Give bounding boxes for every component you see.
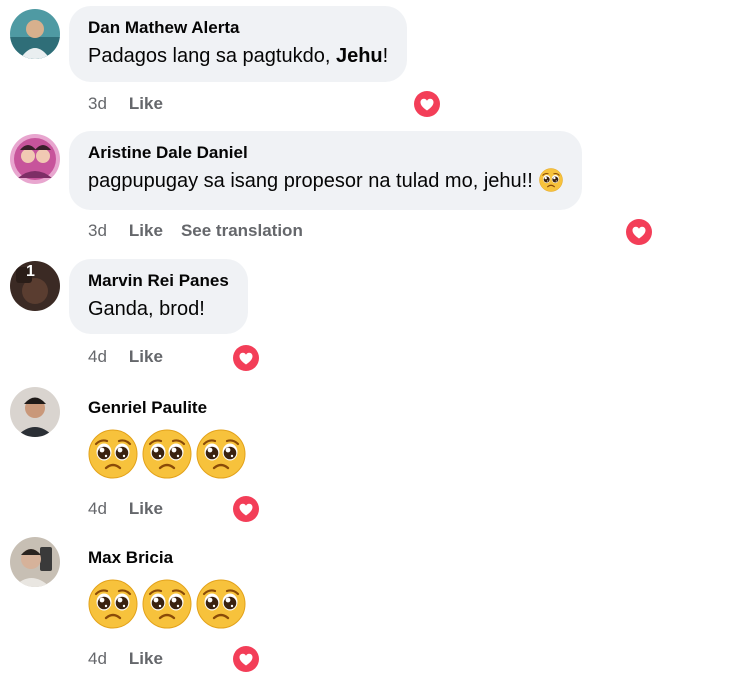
avatar[interactable] [10, 387, 60, 437]
pleading-face-emoji [196, 429, 246, 479]
comment-actions: 3d Like See translation [88, 221, 321, 241]
author-name[interactable]: Genriel Paulite [88, 397, 246, 419]
avatar-badge: 1 [26, 263, 35, 280]
pleading-face-emoji [142, 429, 192, 479]
comment-text: pagpupugay sa isang propesor na tulad mo… [88, 166, 563, 196]
timestamp[interactable]: 4d [88, 499, 107, 519]
like-button[interactable]: Like [129, 499, 163, 519]
author-name[interactable]: Dan Mathew Alerta [88, 17, 388, 39]
like-button[interactable]: Like [129, 347, 163, 367]
pleading-face-emoji [88, 579, 138, 629]
comment-actions: 4d Like [88, 649, 181, 669]
pleading-face-emoji [196, 579, 246, 629]
love-heart-icon[interactable] [231, 494, 261, 524]
mention[interactable]: Jehu [336, 45, 383, 67]
emoji-reply [88, 429, 246, 479]
author-name[interactable]: Marvin Rei Panes [88, 270, 229, 292]
pleading-face-emoji [539, 168, 563, 192]
timestamp[interactable]: 4d [88, 347, 107, 367]
pleading-face-emoji [142, 579, 192, 629]
author-name[interactable]: Aristine Dale Daniel [88, 142, 563, 164]
comment-body: Max Bricia [88, 547, 246, 629]
love-heart-icon[interactable] [624, 217, 654, 247]
comment-bubble: Marvin Rei Panes Ganda, brod! [69, 259, 248, 334]
like-button[interactable]: Like [129, 94, 163, 114]
comment-text: Padagos lang sa pagtukdo, Jehu! [88, 45, 389, 67]
comment-body: Genriel Paulite [88, 397, 246, 479]
avatar[interactable]: 1 [10, 261, 60, 311]
pleading-face-emoji [88, 429, 138, 479]
comment-actions: 3d Like [88, 94, 181, 114]
emoji-reply [88, 579, 246, 629]
see-translation-link[interactable]: See translation [181, 221, 303, 241]
like-button[interactable]: Like [129, 221, 163, 241]
like-button[interactable]: Like [129, 649, 163, 669]
author-name[interactable]: Max Bricia [88, 547, 246, 569]
timestamp[interactable]: 3d [88, 94, 107, 114]
comment-actions: 4d Like [88, 499, 181, 519]
comment-text: Ganda, brod! [88, 298, 205, 320]
love-heart-icon[interactable] [231, 644, 261, 674]
avatar[interactable] [10, 9, 60, 59]
timestamp[interactable]: 4d [88, 649, 107, 669]
comment-actions: 4d Like [88, 347, 181, 367]
avatar[interactable] [10, 134, 60, 184]
love-heart-icon[interactable] [412, 89, 442, 119]
comment-bubble: Dan Mathew Alerta Padagos lang sa pagtuk… [69, 6, 408, 82]
timestamp[interactable]: 3d [88, 221, 107, 241]
love-heart-icon[interactable] [231, 343, 261, 373]
avatar[interactable] [10, 537, 60, 587]
comment-bubble: Aristine Dale Daniel pagpupugay sa isang… [69, 131, 582, 210]
